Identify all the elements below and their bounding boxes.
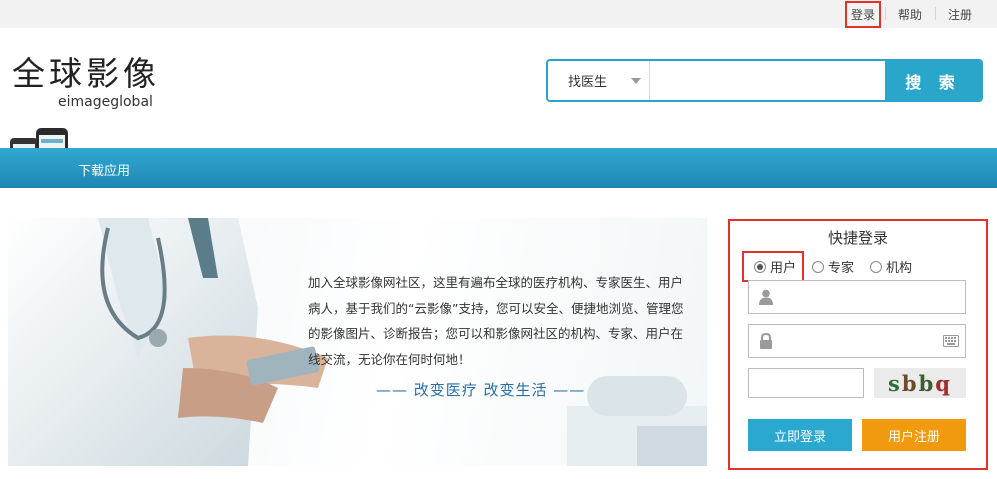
role-user-label: 用户 [770,261,797,276]
download-app-bar: 下载应用 [0,148,997,188]
quick-login-panel: 快捷登录 用户 专家 机构 s b b q 立即登录 用户注册 [728,219,988,470]
top-bar: 登录 帮助 注册 [0,0,997,28]
login-button[interactable]: 立即登录 [748,419,852,451]
captcha-char: b [901,370,919,396]
search-button[interactable]: 搜 索 [885,61,981,100]
top-help-link[interactable]: 帮助 [884,6,935,23]
radio-expert[interactable] [812,260,825,273]
radio-user[interactable] [754,260,766,273]
top-login-link[interactable]: 登录 [844,0,881,28]
doctor-illustration [8,218,328,466]
role-user-option[interactable]: 用户 [742,251,805,282]
site-logo[interactable]: 全球影像 eimageglobal [12,54,160,111]
keyboard-icon[interactable] [943,335,959,347]
role-institution-label: 机构 [886,261,913,276]
captcha-char: b [918,370,936,396]
chevron-down-icon [631,77,641,84]
user-icon [759,289,773,305]
search-bar: 找医生 搜 索 [546,59,983,102]
username-field[interactable] [748,280,966,314]
captcha-char: s [888,370,902,396]
download-app-link[interactable]: 下载应用 [78,160,130,179]
lock-icon [760,333,772,349]
search-category-label: 找医生 [568,75,608,90]
top-register-link[interactable]: 注册 [934,6,985,23]
role-selector: 用户 专家 机构 [742,251,928,282]
search-category-select[interactable]: 找医生 [548,61,650,100]
captcha-image[interactable]: s b b q [874,368,966,398]
top-links: 登录 帮助 注册 [844,0,985,28]
register-button[interactable]: 用户注册 [862,419,966,451]
search-input[interactable] [650,61,885,100]
login-title: 快捷登录 [827,229,888,247]
captcha-input[interactable] [748,368,864,398]
role-expert-label: 专家 [828,261,855,276]
logo-english: eimageglobal [58,94,153,110]
role-institution-option[interactable]: 机构 [870,257,912,276]
device-illustration [567,376,707,466]
radio-institution[interactable] [870,260,883,273]
role-expert-option[interactable]: 专家 [812,257,854,276]
captcha-char: q [935,370,952,396]
password-field[interactable] [748,324,966,358]
hero-banner: 加入全球影像网社区，这里有遍布全球的医疗机构、专家医生、用户病人，基于我们的“云… [8,218,707,466]
logo-chinese: 全球影像 [12,54,160,93]
